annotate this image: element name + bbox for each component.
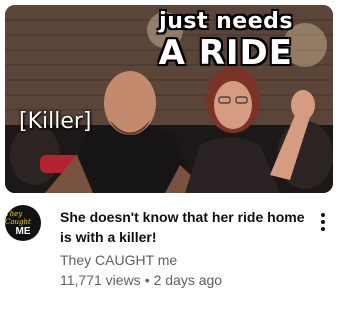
- channel-name[interactable]: They CAUGHT me: [60, 252, 177, 268]
- thumbnail-tag: [Killer]: [19, 109, 92, 134]
- video-card[interactable]: just needs A RIDE [Killer] They Caught M…: [0, 0, 355, 313]
- menu-dot: [321, 220, 325, 224]
- thumbnail-caption-main: A RIDE: [158, 33, 293, 73]
- channel-avatar[interactable]: They Caught ME: [5, 205, 41, 241]
- upload-age: 2 days ago: [153, 272, 223, 288]
- video-title[interactable]: She doesn't know that her ride home is w…: [60, 207, 306, 247]
- thumbnail-caption-top: just needs: [159, 9, 293, 34]
- more-options-icon[interactable]: [316, 210, 330, 234]
- avatar-text-bottom: ME: [15, 225, 31, 237]
- video-metadata: 11,771 views • 2 days ago: [60, 272, 222, 288]
- view-count: 11,771 views: [60, 272, 141, 288]
- menu-dot: [321, 213, 325, 217]
- meta-separator: •: [144, 272, 150, 288]
- avatar-text-top: They Caught: [5, 209, 31, 226]
- video-thumbnail[interactable]: just needs A RIDE [Killer]: [5, 5, 333, 193]
- menu-dot: [321, 227, 325, 231]
